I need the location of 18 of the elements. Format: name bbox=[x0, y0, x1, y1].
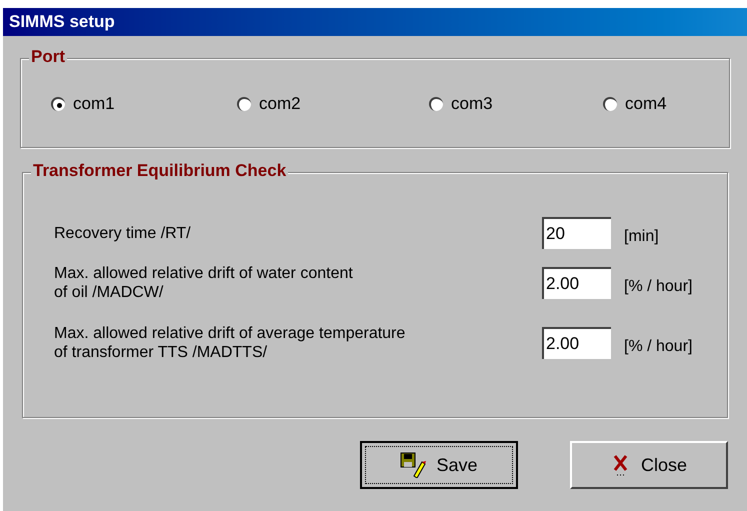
group-title: Transformer Equilibrium Check bbox=[31, 161, 288, 181]
radio-option[interactable]: com2 bbox=[237, 91, 429, 117]
window-title: SIMMS setup bbox=[9, 11, 115, 34]
number-field[interactable]: 20 bbox=[542, 217, 611, 249]
close-button[interactable]: Close bbox=[570, 441, 728, 489]
unit-label: [% / hour] bbox=[624, 277, 692, 297]
radio-option[interactable]: com3 bbox=[429, 91, 603, 117]
field-label: Max. allowed relative drift of average temperature of transformer TTS /MADTTS/ bbox=[54, 324, 406, 362]
unit-label: [% / hour] bbox=[624, 337, 692, 357]
field-label: Recovery time /RT/ bbox=[54, 224, 192, 242]
number-field[interactable]: 2.00 bbox=[542, 267, 611, 299]
radio-option[interactable]: com1 bbox=[51, 91, 237, 117]
number-field[interactable]: 2.00 bbox=[542, 327, 611, 359]
floppy-disk-pencil-icon bbox=[400, 452, 426, 478]
radio-option[interactable]: com4 bbox=[603, 91, 667, 117]
unit-label: [min] bbox=[624, 227, 659, 247]
save-button[interactable]: Save bbox=[360, 441, 518, 489]
field-label: Max. allowed relative drift of water content of oil /MADCW/ bbox=[54, 264, 354, 302]
